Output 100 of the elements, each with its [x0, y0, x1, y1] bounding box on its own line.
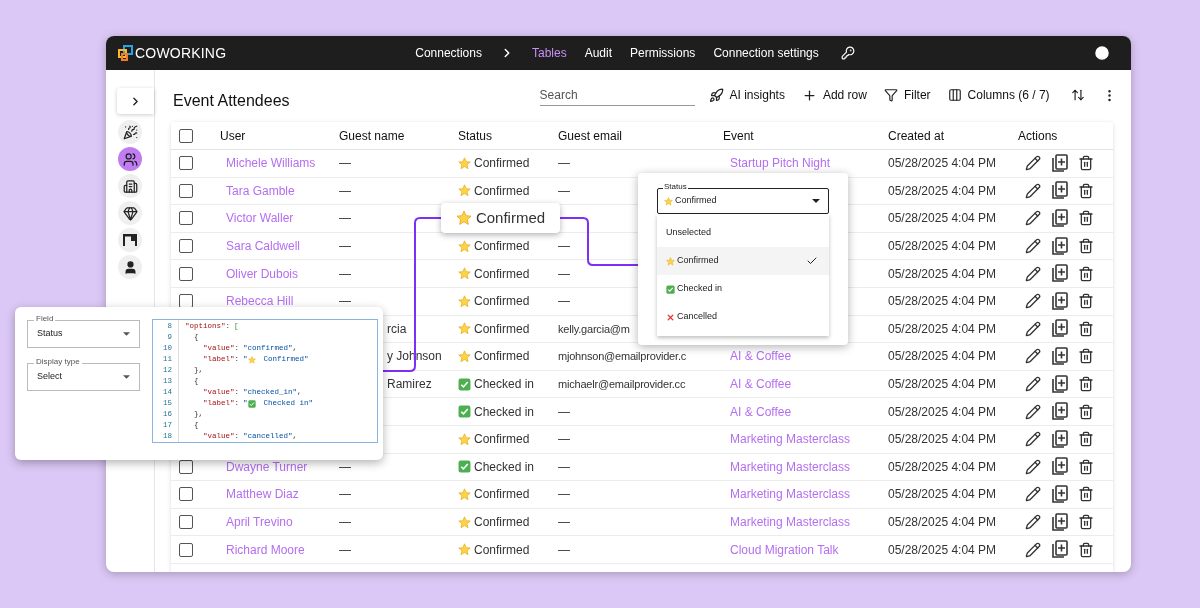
event-link[interactable]: Marketing Masterclass	[730, 459, 851, 474]
duplicate-icon[interactable]	[1051, 457, 1068, 477]
row-checkbox[interactable]	[179, 239, 193, 254]
edit-icon[interactable]	[1025, 210, 1041, 227]
delete-icon[interactable]	[1078, 458, 1094, 475]
dropdown-option[interactable]: Checked in	[657, 275, 829, 303]
event-link[interactable]: AI & Coffee	[730, 349, 792, 364]
duplicate-icon[interactable]	[1051, 181, 1068, 201]
duplicate-icon[interactable]	[1051, 319, 1068, 339]
duplicate-icon[interactable]	[1051, 512, 1068, 532]
edit-icon[interactable]	[1025, 348, 1041, 365]
delete-icon[interactable]	[1078, 210, 1094, 227]
toolbar-button[interactable]: Filter	[883, 86, 931, 104]
key-icon[interactable]	[840, 46, 855, 60]
edit-icon[interactable]	[1025, 182, 1041, 199]
delete-icon[interactable]	[1078, 182, 1094, 199]
duplicate-icon[interactable]	[1051, 264, 1068, 284]
user-link[interactable]: Richard Moore	[226, 542, 305, 557]
row-checkbox[interactable]	[179, 128, 193, 143]
delete-icon[interactable]	[1078, 514, 1094, 530]
duplicate-icon[interactable]	[1051, 429, 1068, 449]
duplicate-icon[interactable]	[1051, 484, 1068, 504]
edit-icon[interactable]	[1025, 541, 1041, 558]
duplicate-icon[interactable]	[1051, 209, 1068, 228]
event-link[interactable]: Cloud Migration Talk	[730, 542, 839, 557]
user-link[interactable]: Victor Waller	[226, 211, 294, 226]
user-link[interactable]: Michele Williams	[226, 156, 316, 171]
edit-icon[interactable]	[1025, 431, 1041, 448]
sidebar-item[interactable]	[118, 228, 142, 252]
edit-icon[interactable]	[1025, 403, 1041, 420]
duplicate-icon[interactable]	[1051, 153, 1068, 173]
user-link[interactable]: Oliver Dubois	[226, 266, 299, 281]
duplicate-icon[interactable]	[1051, 291, 1068, 311]
sidebar-item[interactable]	[118, 147, 142, 171]
toolbar-button[interactable]: AI insights	[708, 86, 785, 104]
nav-link[interactable]: Connection settings	[713, 44, 819, 62]
dropdown-option[interactable]: Cancelled	[657, 303, 829, 331]
event-link[interactable]: Marketing Masterclass	[730, 487, 851, 502]
edit-icon[interactable]	[1025, 265, 1041, 282]
event-link[interactable]: AI & Coffee	[730, 377, 792, 392]
toolbar-button[interactable]: Columns (6 / 7)	[947, 86, 1050, 104]
dropdown-option[interactable]: Unselected	[657, 219, 829, 247]
nav-link[interactable]: Permissions	[630, 44, 696, 62]
event-link[interactable]: AI & Coffee	[730, 404, 792, 419]
edit-icon[interactable]	[1025, 514, 1041, 530]
delete-icon[interactable]	[1078, 238, 1094, 255]
delete-icon[interactable]	[1078, 155, 1094, 172]
edit-icon[interactable]	[1025, 486, 1041, 503]
delete-icon[interactable]	[1078, 403, 1094, 420]
row-checkbox[interactable]	[179, 487, 193, 502]
row-checkbox[interactable]	[179, 294, 193, 309]
user-link[interactable]: Matthew Diaz	[226, 487, 299, 502]
edit-icon[interactable]	[1025, 238, 1041, 255]
user-link[interactable]: Tara Gamble	[226, 183, 295, 198]
delete-icon[interactable]	[1078, 293, 1094, 310]
user-link[interactable]: April Trevino	[226, 515, 293, 529]
dropdown-option[interactable]: Confirmed	[657, 247, 829, 275]
row-checkbox[interactable]	[179, 183, 193, 198]
duplicate-icon[interactable]	[1051, 540, 1068, 560]
user-link[interactable]: Rebecca Hill	[226, 294, 294, 309]
sidebar-item[interactable]	[118, 120, 142, 144]
delete-icon[interactable]	[1078, 376, 1094, 393]
event-link[interactable]: Marketing Masterclass	[730, 515, 851, 529]
row-checkbox[interactable]	[179, 515, 193, 529]
caret-icon	[123, 332, 130, 336]
sort-icon[interactable]	[1070, 88, 1085, 102]
edit-icon[interactable]	[1025, 293, 1041, 310]
delete-icon[interactable]	[1078, 486, 1094, 503]
delete-icon[interactable]	[1078, 265, 1094, 282]
nav-link[interactable]: Connections	[415, 44, 482, 62]
nav-link[interactable]: Audit	[584, 44, 612, 62]
duplicate-icon[interactable]	[1051, 402, 1068, 422]
user-link[interactable]: Dwayne Turner	[226, 459, 308, 474]
sidebar-item[interactable]	[118, 174, 142, 198]
edit-icon[interactable]	[1025, 155, 1041, 172]
edit-icon[interactable]	[1025, 458, 1041, 475]
column-header: Guest name	[339, 127, 405, 145]
user-link[interactable]: Sara Caldwell	[226, 239, 301, 254]
filter-icon	[883, 88, 898, 102]
duplicate-icon[interactable]	[1051, 374, 1068, 394]
delete-icon[interactable]	[1078, 320, 1094, 337]
duplicate-icon[interactable]	[1051, 236, 1068, 256]
toolbar-button[interactable]: Add row	[801, 86, 867, 104]
nav-link[interactable]: Tables	[531, 44, 567, 62]
sidebar-item[interactable]	[118, 255, 142, 279]
sidebar-item[interactable]	[118, 201, 142, 225]
edit-icon[interactable]	[1025, 320, 1041, 337]
search-field[interactable]: Search	[539, 84, 695, 106]
event-link[interactable]: Marketing Masterclass	[730, 432, 851, 447]
table-cell: —	[339, 294, 351, 309]
edit-icon[interactable]	[1025, 376, 1041, 393]
row-checkbox[interactable]	[179, 211, 193, 226]
delete-icon[interactable]	[1078, 348, 1094, 365]
row-checkbox[interactable]	[179, 156, 193, 171]
delete-icon[interactable]	[1078, 431, 1094, 448]
delete-icon[interactable]	[1078, 541, 1094, 558]
row-checkbox[interactable]	[179, 266, 193, 281]
duplicate-icon[interactable]	[1051, 346, 1068, 366]
row-checkbox[interactable]	[179, 542, 193, 557]
event-link[interactable]: Startup Pitch Night	[730, 156, 831, 171]
